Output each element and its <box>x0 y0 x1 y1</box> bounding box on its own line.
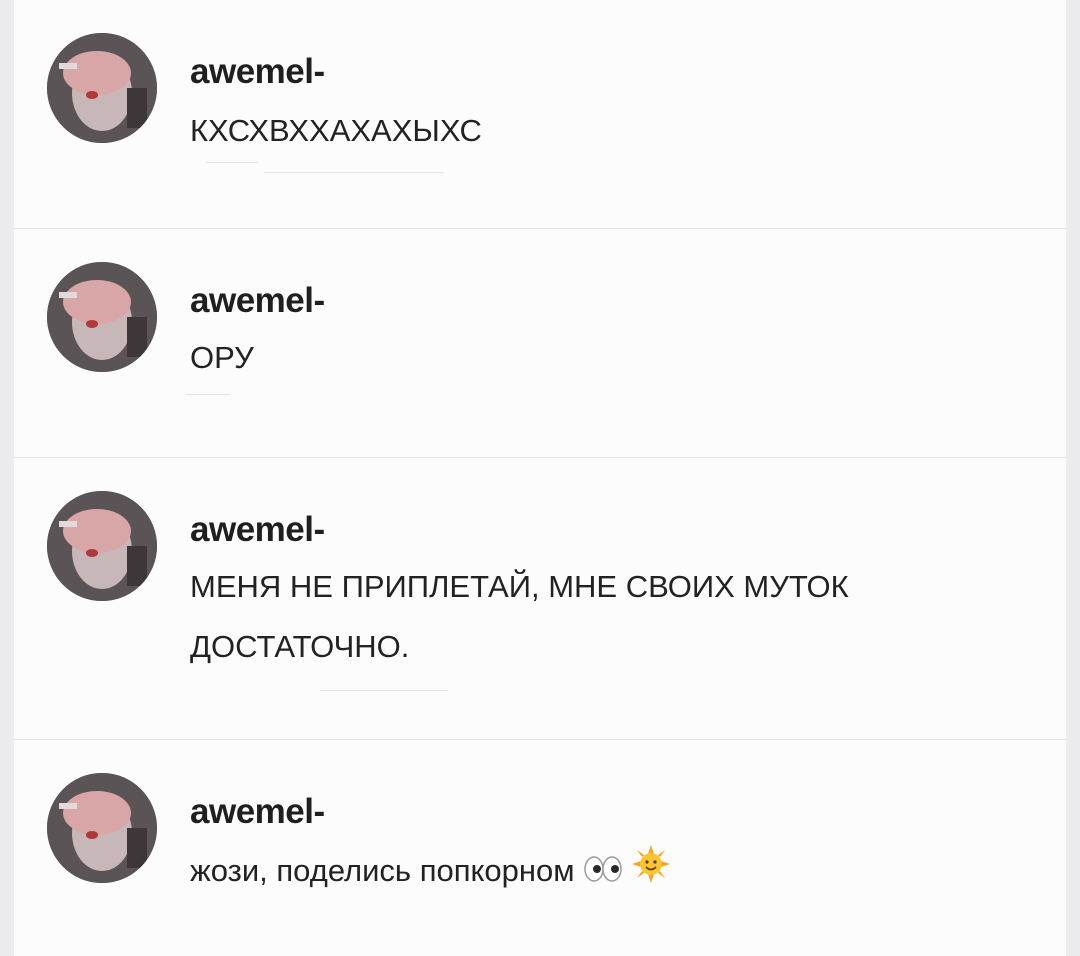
comment-text: ОРУ <box>190 340 254 375</box>
comment-text-line-2: ДОСТАТОЧНО. <box>190 629 410 664</box>
avatar[interactable] <box>47 773 157 883</box>
username[interactable]: awemel- <box>190 510 325 550</box>
comment-text-line-1: МЕНЯ НЕ ПРИПЛЕТАЙ, МНЕ СВОИХ МУТОК <box>190 569 849 604</box>
sun-icon <box>631 844 670 902</box>
avatar[interactable] <box>47 262 157 372</box>
comment-item: awemel- МЕНЯ НЕ ПРИПЛЕТАЙ, МНЕ СВОИХ МУТ… <box>14 458 1066 740</box>
divider <box>264 172 444 173</box>
username[interactable]: awemel- <box>190 52 325 92</box>
comment-text: жози, поделись попкорном <box>190 842 890 902</box>
divider <box>186 394 230 395</box>
comment-item: awemel- жози, поделись попкорном <box>14 740 1066 956</box>
divider <box>320 690 448 691</box>
comment-feed: awemel- КХСХВХХАХАХЫХС awemel- ОРУ aweme… <box>14 0 1066 956</box>
comment-item: awemel- ОРУ <box>14 229 1066 458</box>
eyes-icon <box>583 844 623 902</box>
username[interactable]: awemel- <box>190 281 325 321</box>
comment-text-body: жози, поделись попкорном <box>190 853 575 888</box>
divider <box>206 162 258 163</box>
avatar[interactable] <box>47 491 157 601</box>
comment-item: awemel- КХСХВХХАХАХЫХС <box>14 0 1066 229</box>
avatar[interactable] <box>47 33 157 143</box>
comment-text: КХСХВХХАХАХЫХС <box>190 113 482 148</box>
username[interactable]: awemel- <box>190 792 325 832</box>
